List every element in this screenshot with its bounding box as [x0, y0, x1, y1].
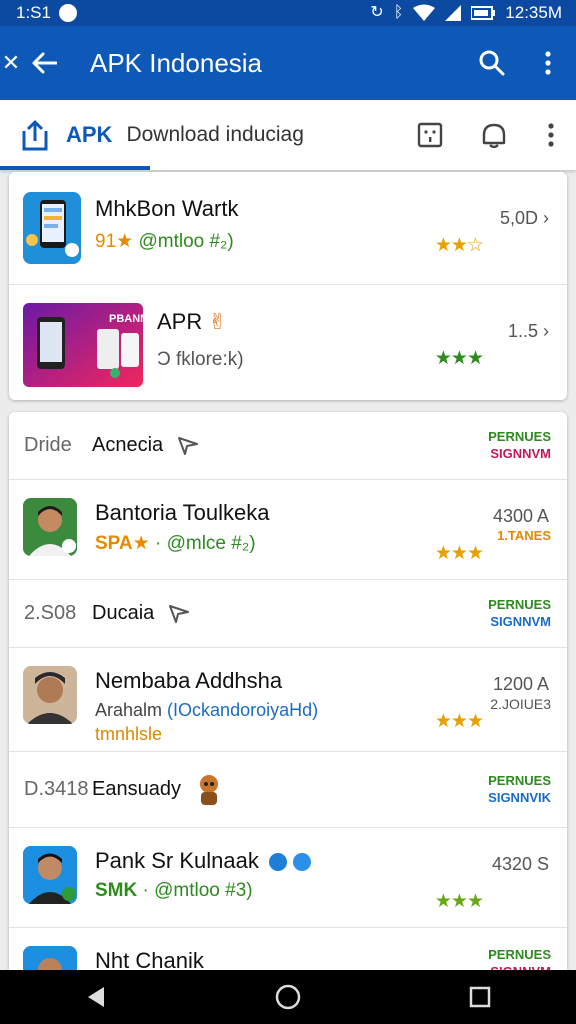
notification-dot-icon — [58, 4, 77, 22]
active-tab-indicator — [0, 166, 150, 170]
section-title: Acnecia — [92, 434, 164, 456]
status-badge: PERNUES SIGNNVM — [488, 597, 551, 629]
featured-item-sub: 91★ @mtloo #₂) — [95, 231, 234, 252]
list-item-count: 4320 S — [491, 854, 549, 874]
featured-item-count: 1..5 › — [507, 321, 549, 341]
scan-icon[interactable] — [398, 100, 462, 170]
app-bar: ✕ APK Indonesia — [0, 26, 576, 100]
app-title: APK Indonesia — [90, 47, 263, 78]
search-icon[interactable] — [464, 26, 520, 100]
battery-icon — [471, 6, 496, 20]
list-item-sub2: tmnhlsle — [95, 724, 163, 744]
featured-item-title: MhkBon Wartk — [95, 196, 239, 221]
wifi-icon — [413, 4, 436, 21]
list-item-title: Pank Sr Kulnaak — [95, 848, 312, 874]
character-icon — [195, 773, 223, 807]
tab-download[interactable]: Download induciag — [126, 123, 303, 147]
list-card: Dride Acnecia PERNUES SIGNNVM Bantoria T… — [9, 412, 567, 982]
tab-apk[interactable]: APK — [66, 122, 112, 148]
tab-bar: APK Download induciag — [0, 100, 576, 170]
featured-item-count: 5,0D › — [499, 208, 549, 228]
section-label: D.3418 — [24, 778, 89, 800]
section-row[interactable]: 2.S08 Ducaia PERNUES SIGNNVM — [9, 580, 567, 648]
list-item[interactable]: Nembaba Addhsha Arahalm (IOckandoroiyaHd… — [9, 648, 567, 752]
section-label: 2.S08 — [24, 602, 77, 624]
section-row[interactable]: D.3418 Eansuady PERNUES SIGNNVIK — [9, 752, 567, 828]
phone-app-icon — [23, 192, 81, 264]
section-title: Ducaia — [92, 602, 155, 624]
list-item[interactable]: Bantoria Toulkeka SPA★ · @mlce #₂) 4300 … — [9, 480, 567, 580]
list-item-sub: SPA★ · @mlce #₂) — [95, 533, 256, 554]
avatar — [23, 498, 77, 556]
status-bar: 1:S1 ↻ ᛒ 12:35M — [0, 0, 576, 26]
tab-more-vert-icon[interactable] — [526, 100, 576, 170]
nav-recents-icon[interactable] — [440, 970, 520, 1024]
notification-bell-icon[interactable] — [462, 100, 526, 170]
share-upload-icon[interactable] — [18, 100, 52, 170]
list-item-count: 1200 A — [492, 674, 549, 694]
avatar — [23, 666, 77, 724]
send-arrow-icon[interactable] — [177, 436, 199, 456]
list-item[interactable]: Pank Sr Kulnaak SMK · @mtloo #3) 4320 S … — [9, 828, 567, 928]
featured-item-sub: Ɔ fklore:k) — [157, 349, 244, 370]
nav-home-icon[interactable] — [248, 970, 328, 1024]
status-time-right: 12:35M — [505, 3, 562, 22]
list-item-tag: 2.JOIUE3 — [490, 696, 551, 712]
featured-item-title: APR ✌ — [157, 309, 227, 334]
list-item-title: Nembaba Addhsha — [95, 668, 283, 693]
close-edge-icon[interactable]: ✕ — [0, 26, 22, 100]
signal-icon — [445, 5, 462, 21]
list-item-sub: SMK · @mtloo #3) — [95, 880, 253, 901]
list-item-tag: 1.TANES — [497, 528, 551, 543]
promo-banner-text: PBANN — [109, 313, 149, 325]
send-arrow-icon[interactable] — [168, 604, 190, 624]
rating-stars: ★★★ — [434, 543, 484, 564]
rating-stars: ★★☆ — [434, 235, 484, 256]
section-row[interactable]: Dride Acnecia PERNUES SIGNNVM — [9, 412, 567, 480]
nav-back-icon[interactable] — [56, 970, 136, 1024]
bluetooth-icon: ᛒ — [393, 4, 404, 21]
section-title: Eansuady — [92, 778, 181, 800]
section-label: Dride — [24, 434, 72, 456]
rating-stars: ★★★ — [434, 711, 484, 732]
verified-badge-icon — [269, 853, 287, 872]
more-vert-icon[interactable] — [520, 26, 576, 100]
featured-item[interactable]: PBANN APR ✌ Ɔ fklore:k) 1..5 › ★★★ — [9, 285, 567, 398]
back-arrow-icon[interactable] — [22, 26, 66, 100]
list-item-sub: Arahalm (IOckandoroiyaHd) — [95, 700, 319, 720]
rating-stars: ★★★ — [434, 348, 484, 369]
featured-card: MhkBon Wartk 91★ @mtloo #₂) 5,0D › ★★☆ P… — [9, 172, 567, 400]
featured-item[interactable]: MhkBon Wartk 91★ @mtloo #₂) 5,0D › ★★☆ — [9, 172, 567, 285]
status-badge: PERNUES SIGNNVM — [488, 429, 551, 461]
heart-icon — [293, 853, 312, 872]
list-item-title: Bantoria Toulkeka — [95, 500, 270, 525]
system-nav-bar — [0, 970, 576, 1024]
status-badge: PERNUES SIGNNVIK — [488, 773, 551, 805]
status-time-left: 1:S1 — [16, 3, 51, 22]
sync-icon: ↻ — [370, 4, 384, 21]
list-item-count: 4300 A — [492, 506, 549, 526]
rating-stars: ★★★ — [434, 891, 484, 912]
avatar — [23, 846, 77, 904]
